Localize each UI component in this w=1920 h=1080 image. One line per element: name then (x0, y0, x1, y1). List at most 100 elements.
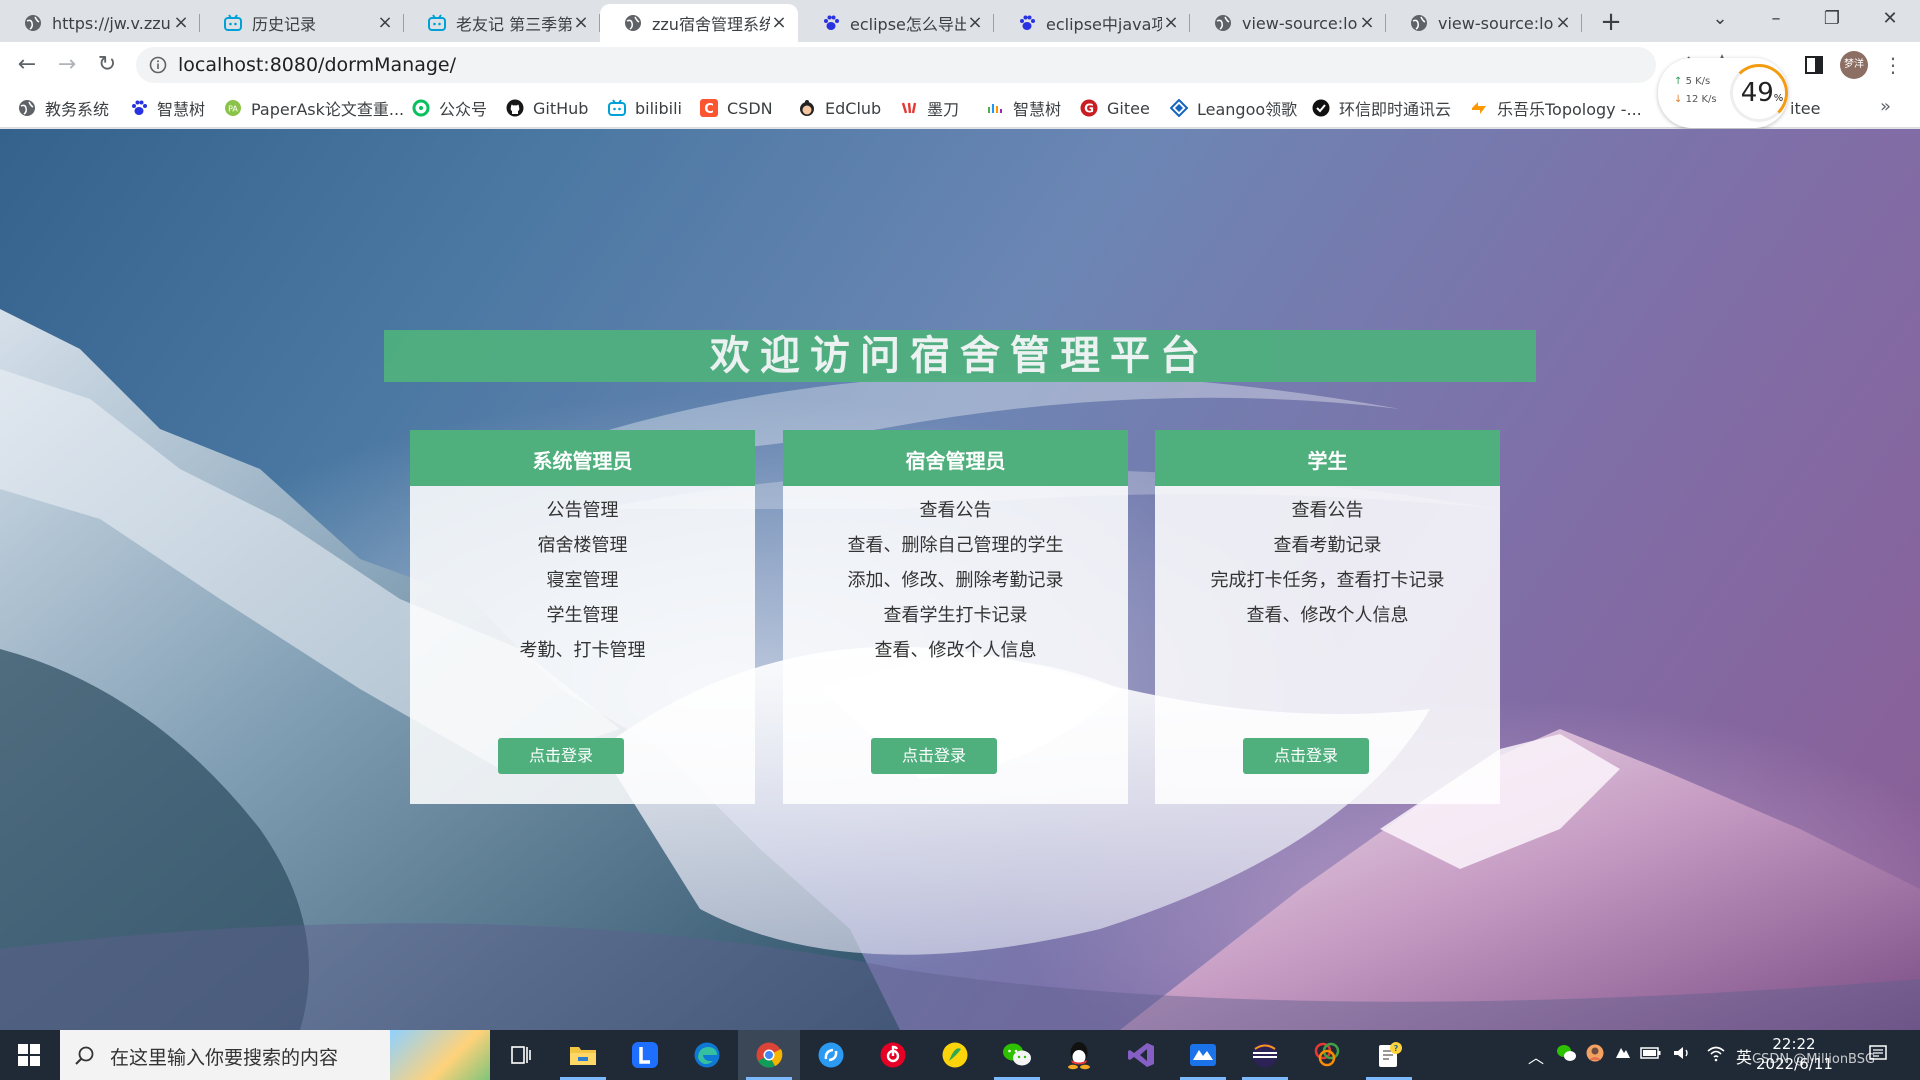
chevron-up-icon[interactable]: ︿ (1528, 1044, 1544, 1068)
tab-search-chevron-icon[interactable]: ⌄ (1692, 0, 1748, 38)
new-tab-button[interactable]: + (1596, 8, 1626, 38)
netease-music-icon[interactable] (862, 1030, 924, 1080)
bookmark-item[interactable]: 公众号 (412, 96, 487, 120)
window-close-button[interactable]: ✕ (1862, 0, 1918, 38)
tab-eclipse-java[interactable]: eclipse中java项目 × (994, 4, 1190, 42)
mail-app-icon[interactable] (1172, 1030, 1234, 1080)
download-speed: 12 K/s (1685, 94, 1717, 105)
python-notes-icon[interactable]: ? (1358, 1030, 1420, 1080)
list-item: 考勤、打卡管理 (519, 640, 646, 661)
bookmark-item[interactable]: C CSDN (700, 96, 773, 120)
info-icon[interactable] (148, 55, 168, 75)
reload-button[interactable]: ↻ (92, 50, 122, 80)
chevron-right-icon[interactable]: » (1880, 96, 1891, 117)
chrome-browser-icon[interactable] (738, 1030, 800, 1080)
bilibili-icon (608, 99, 626, 117)
close-icon[interactable]: × (572, 14, 590, 32)
arrow-up-icon: ↑ (1674, 76, 1683, 87)
upload-speed: 5 K/s (1685, 76, 1711, 87)
lark-app-icon[interactable] (614, 1030, 676, 1080)
network-monitor[interactable]: ↑ 5 K/s ↓ 12 K/s 49% (1658, 58, 1788, 128)
yellow-app-icon[interactable] (924, 1030, 986, 1080)
task-view-icon[interactable] (490, 1030, 552, 1080)
bookmark-item[interactable]: 教务系统 (18, 96, 109, 120)
login-button-dorm-admin[interactable]: 点击登录 (871, 738, 997, 774)
bookmark-item[interactable]: PA PaperAsk论文查重... (224, 96, 404, 120)
forward-button[interactable]: → (52, 50, 82, 80)
wifi-icon[interactable] (1706, 1044, 1726, 1066)
close-icon[interactable]: × (966, 14, 984, 32)
close-icon[interactable]: × (1554, 14, 1572, 32)
tab-eclipse-export[interactable]: eclipse怎么导出 × (798, 4, 994, 42)
bookmark-item[interactable]: 环信即时通讯云 (1312, 96, 1451, 120)
battery-icon[interactable] (1640, 1044, 1662, 1066)
bookmarks-bar: 教务系统 智慧树 PA PaperAsk论文查重... 公众号 GitHub bi… (0, 88, 1920, 128)
page-title: 欢迎访问宿舍管理平台 (710, 333, 1210, 379)
back-button[interactable]: ← (12, 50, 42, 80)
minimize-button[interactable]: – (1748, 0, 1804, 38)
side-panel-icon[interactable] (1800, 51, 1828, 79)
bookmark-item[interactable]: bilibili (608, 96, 682, 120)
edge-browser-icon[interactable] (676, 1030, 738, 1080)
permission-list: 查看公告 查看、删除自己管理的学生 添加、修改、删除考勤记录 查看学生打卡记录 … (783, 486, 1128, 669)
profile-avatar[interactable]: 梦洋 (1840, 51, 1868, 79)
baidu-paw-icon (1018, 14, 1036, 32)
list-item: 查看、删除自己管理的学生 (847, 535, 1064, 556)
eclipse-icon[interactable] (1234, 1030, 1296, 1080)
bookmark-item[interactable]: 墨刀 (900, 96, 959, 120)
gitee-icon: G (1080, 99, 1098, 117)
file-explorer-icon[interactable] (552, 1030, 614, 1080)
bookmark-item[interactable]: GitHub (506, 96, 588, 120)
bookmark-item[interactable]: EdClub (798, 96, 881, 120)
restore-button[interactable]: ❐ (1804, 0, 1860, 38)
close-icon[interactable]: × (1358, 14, 1376, 32)
tab-label: eclipse中java项目 (1046, 15, 1162, 34)
colorful-app-icon[interactable] (1296, 1030, 1358, 1080)
wechat-icon[interactable] (986, 1030, 1048, 1080)
bookmark-item[interactable]: 智慧树 (986, 96, 1061, 120)
svg-text:G: G (1084, 102, 1094, 116)
wechat-tray-icon[interactable] (1556, 1044, 1576, 1066)
feishu-sync-icon[interactable] (800, 1030, 862, 1080)
avatar-tray-icon[interactable] (1586, 1044, 1604, 1066)
close-icon[interactable]: × (172, 14, 190, 32)
bookmark-item[interactable]: Leangoo领歌 (1170, 96, 1297, 120)
tab-view-source-1[interactable]: view-source:loca × (1190, 4, 1386, 42)
tab-label: zzu宿舍管理系统 (652, 15, 770, 34)
ime-indicator[interactable]: 英 (1736, 1044, 1752, 1068)
arrow-down-icon: ↓ (1674, 94, 1683, 105)
role-card-system-admin: 系统管理员 公告管理 宿舍楼管理 寝室管理 学生管理 考勤、打卡管理 点击登录 (410, 430, 755, 804)
login-button-system-admin[interactable]: 点击登录 (498, 738, 624, 774)
search-highlight-image (390, 1030, 490, 1080)
tab-view-source-2[interactable]: view-source:loca × (1386, 4, 1582, 42)
close-icon[interactable]: × (376, 14, 394, 32)
cloud-drive-tray-icon[interactable] (1614, 1044, 1632, 1066)
taskbar-search[interactable]: 在这里输入你要搜索的内容 (60, 1030, 490, 1080)
globe-icon (18, 99, 36, 117)
role-card-dorm-admin: 宿舍管理员 查看公告 查看、删除自己管理的学生 添加、修改、删除考勤记录 查看学… (783, 430, 1128, 804)
bookmark-item[interactable]: itee (1790, 96, 1820, 120)
globe-icon (1214, 14, 1232, 32)
close-icon[interactable]: × (770, 14, 788, 32)
bookmark-item[interactable]: 智慧树 (130, 96, 205, 120)
list-item: 查看公告 (919, 500, 992, 521)
speaker-icon[interactable] (1672, 1044, 1692, 1066)
address-bar[interactable]: localhost:8080/dormManage/ (136, 47, 1656, 83)
bookmark-item[interactable]: 乐吾乐Topology -... (1470, 96, 1642, 120)
search-placeholder: 在这里输入你要搜索的内容 (110, 1047, 339, 1069)
list-item: 查看学生打卡记录 (883, 605, 1028, 626)
bookmark-item[interactable]: G Gitee (1080, 96, 1150, 120)
qq-icon[interactable] (1048, 1030, 1110, 1080)
visual-studio-icon[interactable] (1110, 1030, 1172, 1080)
windows-start-icon[interactable] (0, 1030, 58, 1080)
tab-dorm-manage[interactable]: zzu宿舍管理系统 × (600, 4, 798, 42)
tab-friends[interactable]: 老友记 第三季第 × (404, 4, 600, 42)
tab-history[interactable]: 历史记录 × (200, 4, 404, 42)
login-button-student[interactable]: 点击登录 (1243, 738, 1369, 774)
menu-kebab-icon[interactable]: ⋮ (1878, 50, 1908, 80)
tab-jw-zzu[interactable]: https://jw.v.zzu.e × (0, 4, 200, 42)
bilibili-icon (428, 14, 446, 32)
tab-label: view-source:loca (1438, 13, 1554, 33)
close-icon[interactable]: × (1162, 14, 1180, 32)
list-item: 添加、修改、删除考勤记录 (847, 570, 1064, 591)
